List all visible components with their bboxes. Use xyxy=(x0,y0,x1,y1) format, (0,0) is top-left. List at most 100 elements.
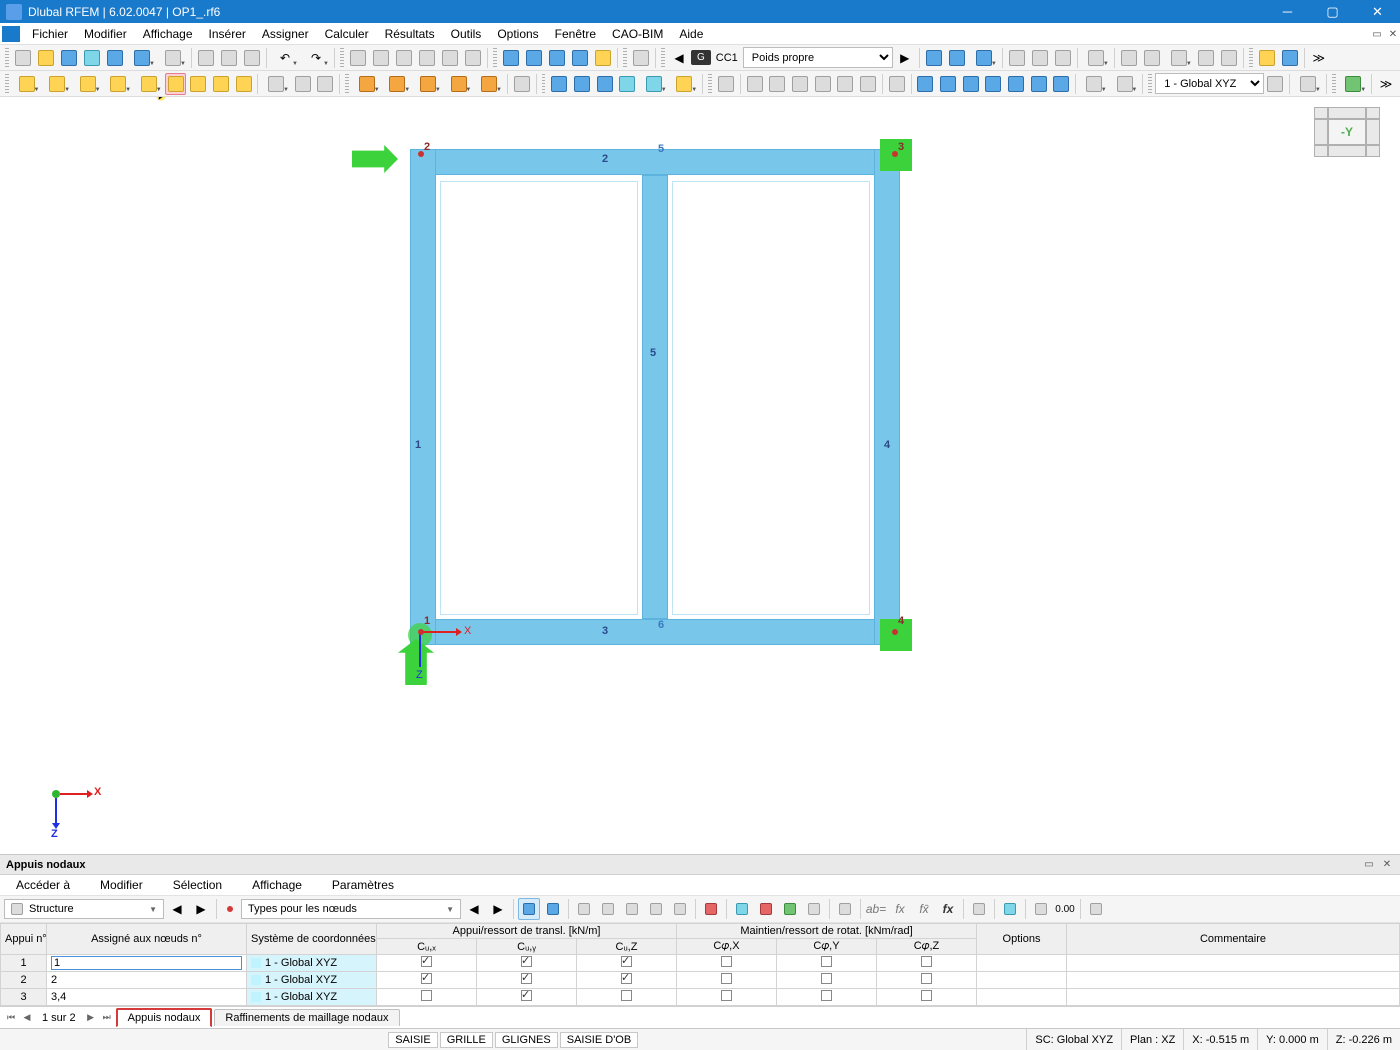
col-comment[interactable]: Commentaire xyxy=(1067,924,1400,955)
load-tool-12[interactable] xyxy=(1218,47,1240,69)
sel-tool-5[interactable]: ▼ xyxy=(639,73,669,95)
view-btn-3[interactable] xyxy=(546,47,568,69)
sheet-prev[interactable]: ◀ xyxy=(20,1010,34,1026)
lc-prev-button[interactable]: ◀ xyxy=(668,47,690,69)
col-nodes[interactable]: Assigné aux nœuds n° xyxy=(47,924,247,955)
load-tool-6[interactable] xyxy=(1052,47,1074,69)
cell-cuz[interactable] xyxy=(577,972,677,989)
plane-3[interactable] xyxy=(789,73,811,95)
save-button[interactable] xyxy=(104,47,126,69)
col-cs[interactable]: Système de coordonnées xyxy=(247,924,377,955)
cell-cs[interactable]: 1 - Global XYZ xyxy=(247,989,377,1006)
panel-close-button[interactable]: ✕ xyxy=(1380,859,1394,870)
block-button[interactable] xyxy=(81,47,103,69)
help-button[interactable] xyxy=(1279,47,1301,69)
pin-button[interactable] xyxy=(630,47,652,69)
menu-affichage[interactable]: Affichage xyxy=(135,24,201,44)
line-support-tool[interactable] xyxy=(187,73,209,95)
plane-1[interactable] xyxy=(744,73,766,95)
cs-tool-1[interactable] xyxy=(1265,73,1287,95)
panel-tool-c[interactable] xyxy=(621,898,643,920)
panel-tool-f[interactable] xyxy=(731,898,753,920)
misc-tool-1[interactable] xyxy=(511,73,533,95)
load-tool-5[interactable] xyxy=(1029,47,1051,69)
panel-tool-b[interactable] xyxy=(597,898,619,920)
cell-nodes[interactable] xyxy=(47,955,247,972)
line-tool[interactable]: ▼ xyxy=(42,73,72,95)
render-tool[interactable]: ▼ xyxy=(1339,73,1369,95)
panel-type-next[interactable]: ▶ xyxy=(487,898,509,920)
cell-cuz[interactable] xyxy=(577,955,677,972)
redo-button[interactable]: ↷▼ xyxy=(301,47,331,69)
overflow2-icon[interactable]: ≫ xyxy=(1375,73,1397,95)
cell-cux[interactable] xyxy=(377,972,477,989)
dim-tool[interactable]: ▼ xyxy=(261,73,291,95)
panel-menu-param[interactable]: Paramètres xyxy=(324,875,402,895)
panel-menu-goto[interactable]: Accéder à xyxy=(8,875,78,895)
load-tool-2[interactable] xyxy=(946,47,968,69)
cs-tool-2[interactable]: ▼ xyxy=(1293,73,1323,95)
cell-cphiz[interactable] xyxy=(877,972,977,989)
paste-button[interactable] xyxy=(218,47,240,69)
cell-options[interactable] xyxy=(977,955,1067,972)
panel-nav-next[interactable]: ▶ xyxy=(190,898,212,920)
plane-2[interactable] xyxy=(767,73,789,95)
nload-tool[interactable]: ▼ xyxy=(352,73,382,95)
status-glignes[interactable]: GLIGNES xyxy=(495,1032,558,1048)
cell-cux[interactable] xyxy=(377,989,477,1006)
panel-fx-4[interactable]: fx xyxy=(937,898,959,920)
load-tool-4[interactable] xyxy=(1006,47,1028,69)
panel-tool-a[interactable] xyxy=(573,898,595,920)
col-options[interactable]: Options xyxy=(977,924,1067,955)
view-btn-1[interactable] xyxy=(500,47,522,69)
cell-cphix[interactable] xyxy=(677,989,777,1006)
plane-5[interactable] xyxy=(835,73,857,95)
menu-fichier[interactable]: Fichier xyxy=(24,24,76,44)
data-btn-3[interactable] xyxy=(393,47,415,69)
cell-options[interactable] xyxy=(977,989,1067,1006)
panel-tool-e[interactable] xyxy=(669,898,691,920)
copy-button[interactable] xyxy=(195,47,217,69)
col-cux[interactable]: Cᵤ,ₓ xyxy=(377,939,477,955)
mat-tool[interactable] xyxy=(315,73,337,95)
hinge-tool[interactable] xyxy=(210,73,232,95)
panel-structure-select[interactable]: Structure▼ xyxy=(4,899,164,919)
supports-table[interactable]: Appui n° Assigné aux nœuds n° Système de… xyxy=(0,923,1400,1006)
sel-tool-6[interactable]: ▼ xyxy=(670,73,700,95)
cloud-button[interactable] xyxy=(58,47,80,69)
sel-tool-1[interactable] xyxy=(548,73,570,95)
panel-tool-n[interactable] xyxy=(1085,898,1107,920)
cs-select[interactable]: 1 - Global XYZ xyxy=(1155,73,1263,94)
sheet-tab-mesh[interactable]: Raffinements de maillage nodaux xyxy=(214,1009,399,1026)
row-header[interactable]: 1 xyxy=(1,955,47,972)
panel-tool-del[interactable] xyxy=(700,898,722,920)
load-tool-3[interactable]: ▼ xyxy=(969,47,999,69)
view-btn-2[interactable] xyxy=(523,47,545,69)
cell-cphiy[interactable] xyxy=(777,972,877,989)
opening-tool[interactable]: ▼ xyxy=(134,73,164,95)
menu-calculer[interactable]: Calculer xyxy=(317,24,377,44)
plane-4[interactable] xyxy=(812,73,834,95)
data-btn-5[interactable] xyxy=(439,47,461,69)
menu-outils[interactable]: Outils xyxy=(443,24,490,44)
cell-comment[interactable] xyxy=(1067,955,1400,972)
data-btn-6[interactable] xyxy=(462,47,484,69)
menu-resultats[interactable]: Résultats xyxy=(377,24,443,44)
cell-cuy[interactable] xyxy=(477,955,577,972)
scale-tool[interactable] xyxy=(983,73,1005,95)
row-header[interactable]: 2 xyxy=(1,972,47,989)
array-tool[interactable] xyxy=(1028,73,1050,95)
sheet-first[interactable]: ⏮ xyxy=(4,1010,18,1026)
panel-float-button[interactable]: ▭ xyxy=(1362,859,1376,870)
data-btn-1[interactable] xyxy=(347,47,369,69)
status-saisieob[interactable]: SAISIE D'OB xyxy=(560,1032,638,1048)
panel-type-select[interactable]: Types pour les nœuds▼ xyxy=(241,899,461,919)
surface-tool[interactable]: ▼ xyxy=(104,73,134,95)
sheet-next[interactable]: ▶ xyxy=(84,1010,98,1026)
plane-7[interactable] xyxy=(886,73,908,95)
menu-aide[interactable]: Aide xyxy=(671,24,711,44)
col-id[interactable]: Appui n° xyxy=(1,924,47,955)
mdi-buttons[interactable]: ▭✕ xyxy=(1368,28,1400,40)
plane-xy[interactable] xyxy=(715,73,737,95)
load-tool-9[interactable] xyxy=(1141,47,1163,69)
